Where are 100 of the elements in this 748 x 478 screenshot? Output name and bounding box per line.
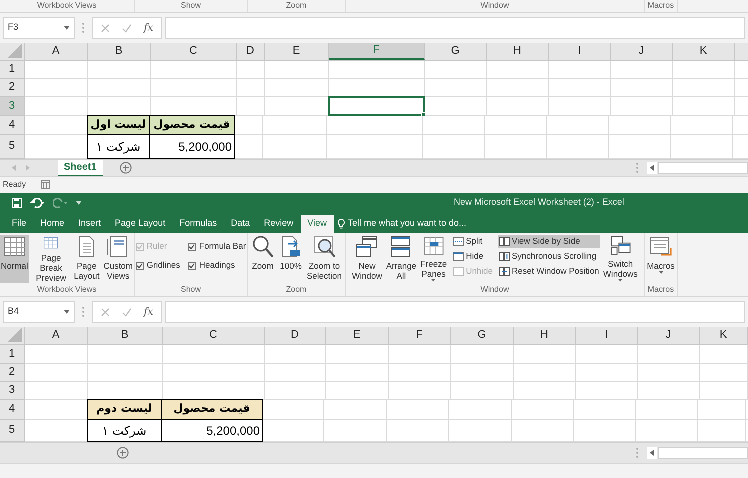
ribbon-button[interactable]: Freeze Panes bbox=[420, 235, 448, 283]
checkbox[interactable]: Formula Bar bbox=[188, 241, 246, 252]
formula-input[interactable] bbox=[165, 17, 745, 39]
row-header[interactable]: 2 bbox=[0, 79, 25, 97]
redo-icon[interactable] bbox=[53, 198, 68, 208]
sheet-tab[interactable]: Sheet1 bbox=[58, 160, 103, 176]
ribbon-button[interactable]: View Side by Side bbox=[498, 235, 600, 248]
column-header[interactable]: E bbox=[326, 327, 389, 344]
insert-function-button[interactable]: fx bbox=[144, 20, 154, 36]
ribbon-tab[interactable]: View bbox=[300, 215, 334, 233]
ribbon-tab[interactable]: Review bbox=[257, 215, 301, 233]
empty-cell bbox=[547, 116, 609, 135]
grip-icon bbox=[82, 22, 85, 34]
select-all-button[interactable] bbox=[8, 328, 22, 342]
select-all-button[interactable] bbox=[8, 44, 22, 58]
group-label: Zoom bbox=[286, 284, 307, 296]
ribbon-button[interactable]: Macros bbox=[646, 235, 676, 283]
ribbon-button[interactable]: Synchronous Scrolling bbox=[498, 250, 600, 263]
save-icon[interactable] bbox=[12, 198, 22, 208]
ribbon-button[interactable]: Split bbox=[452, 235, 494, 248]
empty-cell bbox=[389, 382, 451, 400]
column-header[interactable]: H bbox=[487, 43, 549, 60]
formula-input[interactable] bbox=[165, 301, 745, 323]
ribbon-button[interactable]: New Window bbox=[351, 235, 384, 283]
empty-cell bbox=[451, 364, 514, 382]
sheet-stats-icon[interactable] bbox=[41, 180, 50, 189]
empty-cell bbox=[487, 79, 549, 97]
column-header[interactable]: F bbox=[389, 327, 451, 344]
checkbox[interactable]: Headings bbox=[188, 260, 246, 271]
checkmark-icon[interactable] bbox=[122, 308, 132, 316]
tell-me-field[interactable]: Tell me what you want to do... bbox=[338, 215, 498, 233]
arrow-right-icon[interactable] bbox=[26, 165, 30, 171]
column-header[interactable]: D bbox=[237, 43, 265, 60]
arrow-left-icon bbox=[650, 450, 654, 456]
column-header[interactable]: H bbox=[514, 327, 576, 344]
column-header[interactable]: F bbox=[329, 43, 425, 60]
ribbon-tab[interactable]: Page Layout bbox=[108, 215, 173, 233]
cancel-icon[interactable] bbox=[101, 308, 110, 316]
reset-windows-icon bbox=[499, 266, 510, 277]
column-header[interactable]: B bbox=[88, 43, 151, 60]
customize-caret-icon[interactable] bbox=[76, 200, 82, 206]
ribbon-button[interactable]: Page Layout bbox=[73, 235, 101, 283]
undo-icon[interactable] bbox=[30, 198, 45, 208]
row-header[interactable]: 3 bbox=[0, 97, 25, 116]
column-header[interactable]: A bbox=[25, 43, 88, 60]
ribbon-button[interactable]: Page Break Preview bbox=[31, 235, 72, 283]
column-header[interactable]: G bbox=[451, 327, 514, 344]
status-text: Ready bbox=[3, 178, 26, 190]
name-box[interactable]: F3 bbox=[3, 17, 75, 39]
column-header[interactable]: A bbox=[25, 327, 88, 344]
column-header[interactable]: C bbox=[163, 327, 265, 344]
row-header[interactable]: 4 bbox=[0, 400, 25, 420]
horizontal-scrollbar[interactable] bbox=[658, 162, 748, 174]
lightbulb-icon bbox=[338, 219, 345, 229]
column-header[interactable]: J bbox=[638, 327, 700, 344]
add-sheet-icon[interactable] bbox=[120, 162, 132, 174]
add-sheet-icon[interactable] bbox=[117, 447, 129, 459]
ribbon-button[interactable]: Normal bbox=[0, 235, 30, 283]
ribbon-button[interactable]: 100% bbox=[278, 235, 304, 283]
column-header[interactable]: I bbox=[549, 43, 611, 60]
empty-cell bbox=[237, 79, 265, 97]
insert-function-button[interactable]: fx bbox=[144, 304, 154, 320]
name-box[interactable]: B4 bbox=[3, 301, 75, 323]
checkbox[interactable]: Gridlines bbox=[136, 260, 180, 271]
horizontal-scrollbar[interactable] bbox=[658, 447, 748, 459]
ribbon-button[interactable]: Zoom to Selection bbox=[306, 235, 343, 283]
column-header[interactable]: J bbox=[611, 43, 673, 60]
ribbon-tab[interactable]: File bbox=[5, 215, 34, 233]
ribbon-button[interactable]: Switch Windows bbox=[602, 235, 639, 283]
column-header[interactable]: G bbox=[425, 43, 487, 60]
row-header[interactable]: 5 bbox=[0, 135, 25, 159]
row-header[interactable]: 1 bbox=[0, 345, 25, 364]
ribbon-tab[interactable]: Formulas bbox=[172, 215, 224, 233]
ribbon-button[interactable]: Zoom bbox=[250, 235, 276, 283]
ribbon-button[interactable]: Hide bbox=[452, 250, 494, 263]
row-header[interactable]: 2 bbox=[0, 364, 25, 382]
empty-cell bbox=[609, 116, 671, 135]
cancel-icon[interactable] bbox=[101, 24, 110, 32]
column-header[interactable]: K bbox=[673, 43, 735, 60]
row-header[interactable]: 3 bbox=[0, 382, 25, 400]
ribbon-tab[interactable]: Insert bbox=[72, 215, 108, 233]
checkmark-icon[interactable] bbox=[122, 24, 132, 32]
column-header[interactable]: B bbox=[88, 327, 163, 344]
row-header[interactable]: 1 bbox=[0, 61, 25, 79]
scroll-left-button[interactable] bbox=[647, 447, 657, 459]
group-label: Show bbox=[180, 2, 201, 10]
ribbon-button[interactable]: Reset Window Position bbox=[498, 265, 600, 278]
column-header[interactable]: K bbox=[700, 327, 748, 344]
row-header[interactable]: 4 bbox=[0, 116, 25, 135]
column-header[interactable]: C bbox=[151, 43, 237, 60]
ribbon-tab[interactable]: Home bbox=[34, 215, 72, 233]
arrow-left-icon[interactable] bbox=[12, 165, 16, 171]
ribbon-button[interactable]: Custom Views bbox=[102, 235, 134, 283]
caret-icon bbox=[658, 271, 664, 275]
scroll-left-button[interactable] bbox=[647, 162, 657, 174]
ribbon-tab[interactable]: Data bbox=[224, 215, 258, 233]
row-header[interactable]: 5 bbox=[0, 420, 25, 442]
column-header[interactable]: I bbox=[576, 327, 638, 344]
ribbon-button[interactable]: Arrange All bbox=[385, 235, 418, 283]
column-header[interactable]: D bbox=[265, 327, 326, 344]
